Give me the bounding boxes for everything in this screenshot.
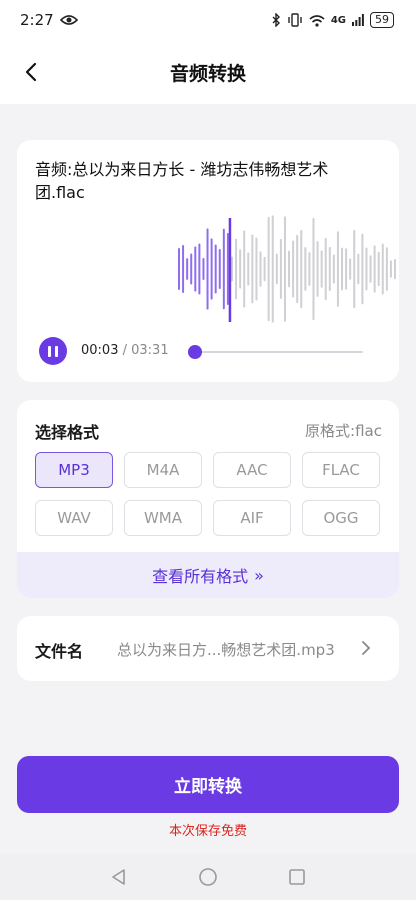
- nav-home-icon[interactable]: [198, 867, 218, 887]
- current-time: 00:03: [81, 343, 119, 358]
- signal-icon: [352, 14, 364, 26]
- format-grid: MP3 M4A AAC FLAC WAV WMA AIF OGG: [35, 452, 381, 536]
- eye-icon: [59, 15, 78, 25]
- progress-slider[interactable]: [188, 345, 363, 359]
- chevron-right-icon: [362, 641, 371, 655]
- nav-back-icon[interactable]: [110, 868, 128, 886]
- filename-row[interactable]: 文件名 总以为来日方...畅想艺术团.mp3: [17, 616, 399, 681]
- view-all-formats-button[interactable]: 查看所有格式 »: [17, 552, 399, 598]
- vibrate-icon: [288, 13, 302, 27]
- format-option-aac[interactable]: AAC: [213, 452, 291, 488]
- wifi-icon: [309, 14, 325, 27]
- pause-icon-bar: [55, 345, 58, 357]
- format-option-flac[interactable]: FLAC: [302, 452, 380, 488]
- system-nav-bar: [0, 854, 416, 900]
- back-arrow-icon[interactable]: [20, 60, 44, 84]
- format-card: 选择格式 原格式:flac MP3 M4A AAC FLAC WAV WMA A…: [17, 400, 399, 598]
- view-all-label: 查看所有格式: [152, 567, 249, 586]
- bluetooth-icon: [272, 13, 280, 27]
- format-option-wma[interactable]: WMA: [124, 500, 202, 536]
- original-format: 原格式:flac: [305, 422, 382, 440]
- nav-recents-icon[interactable]: [288, 868, 306, 886]
- page-title: 音频转换: [169, 62, 246, 85]
- battery-icon: 59: [370, 12, 394, 28]
- save-free-note: 本次保存免费: [168, 824, 247, 839]
- double-chevron-right-icon: »: [254, 565, 264, 585]
- format-option-ogg[interactable]: OGG: [302, 500, 380, 536]
- filename-value: 总以为来日方...畅想艺术团.mp3: [117, 641, 335, 659]
- status-bar: 2:27 4G 59: [0, 0, 416, 40]
- total-time: 03:31: [131, 343, 169, 358]
- network-type: 4G: [330, 14, 346, 26]
- time-display: 00:03 / 03:31: [81, 343, 169, 358]
- pause-icon: [48, 345, 51, 357]
- convert-button[interactable]: 立即转换: [17, 756, 399, 813]
- format-option-m4a[interactable]: M4A: [124, 452, 202, 488]
- format-option-aif[interactable]: AIF: [213, 500, 291, 536]
- header: 音频转换: [0, 40, 416, 104]
- time-separator: /: [118, 343, 132, 358]
- format-option-mp3[interactable]: MP3: [35, 452, 113, 488]
- audio-player-card: 音频:总以为来日方长 - 潍坊志伟畅想艺术团.flac 00:03 / 03:3…: [17, 140, 399, 382]
- audio-title: 音频:总以为来日方长 - 潍坊志伟畅想艺术团.flac: [35, 160, 329, 202]
- pause-button[interactable]: [39, 337, 67, 365]
- status-time: 2:27: [20, 11, 54, 29]
- format-heading: 选择格式: [35, 423, 100, 442]
- filename-label: 文件名: [35, 642, 84, 661]
- format-option-wav[interactable]: WAV: [35, 500, 113, 536]
